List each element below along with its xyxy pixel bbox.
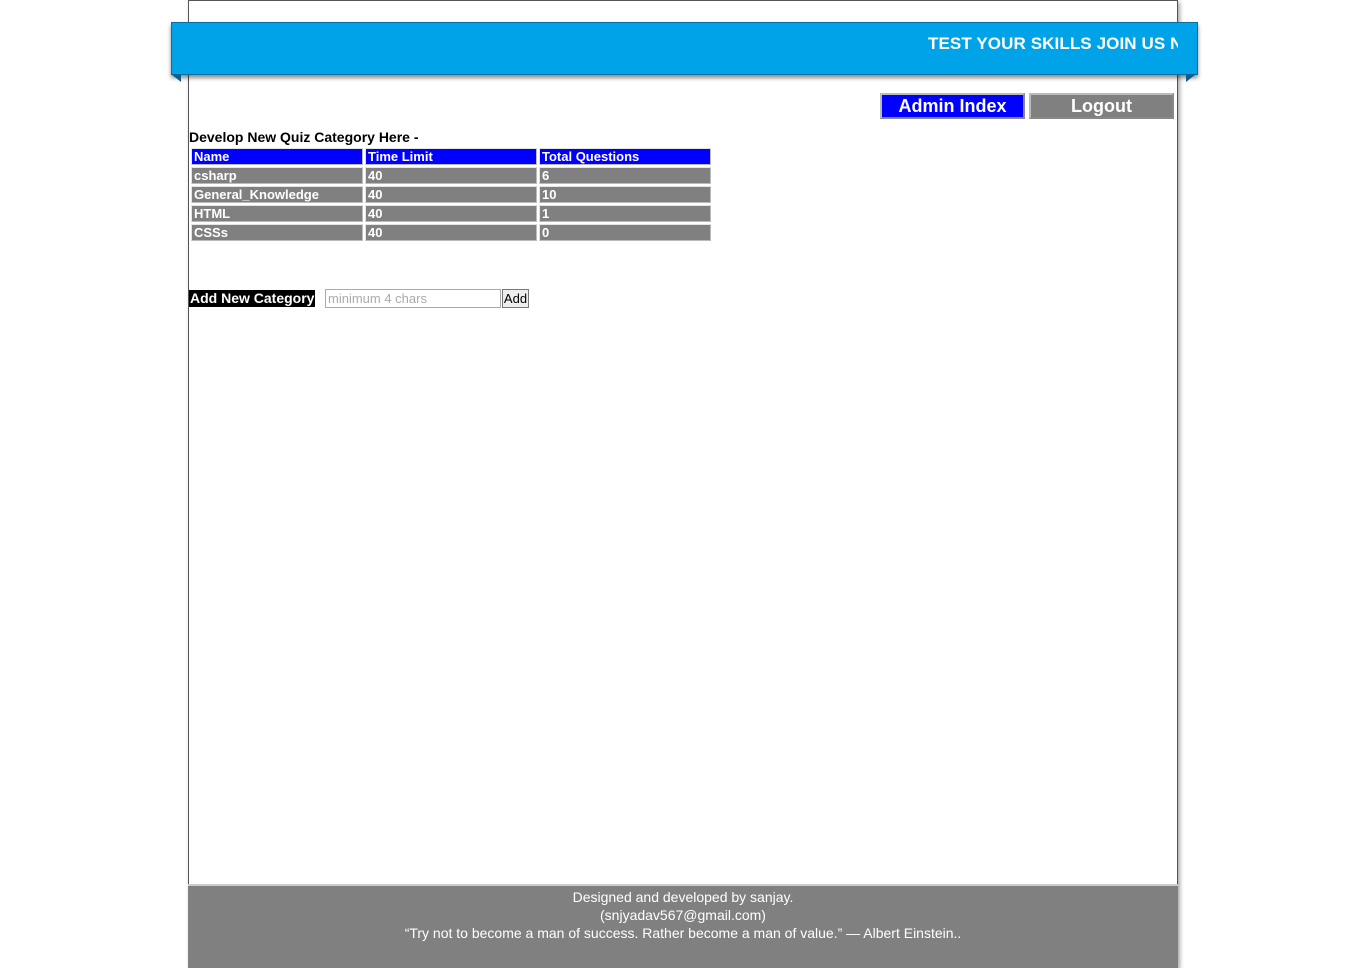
top-strip — [189, 1, 1177, 23]
table-header-row: Name Time Limit Total Questions — [191, 148, 711, 165]
footer: Designed and developed by sanjay. (snjya… — [188, 884, 1178, 968]
ribbon-fold-right — [1186, 74, 1196, 82]
table-row: HTML 40 1 — [191, 205, 711, 222]
column-header-time-limit: Time Limit — [365, 148, 537, 165]
footer-credit: Designed and developed by sanjay. — [572, 889, 794, 905]
footer-email: (snjyadav567@gmail.com) — [600, 907, 766, 923]
cell-total-questions: 0 — [539, 224, 711, 241]
cell-name: HTML — [191, 205, 363, 222]
add-category-label: Add New Category — [189, 290, 316, 307]
marquee-text: TEST YOUR SKILLS JOIN US NOW — [928, 34, 1178, 53]
category-name-input[interactable] — [325, 289, 501, 308]
cell-name: csharp — [191, 167, 363, 184]
section-title: Develop New Quiz Category Here - — [189, 129, 419, 145]
column-header-name: Name — [191, 148, 363, 165]
cell-time-limit: 40 — [365, 186, 537, 203]
cell-total-questions: 10 — [539, 186, 711, 203]
table-row: General_Knowledge 40 10 — [191, 186, 711, 203]
categories-table: Name Time Limit Total Questions csharp 4… — [189, 146, 713, 243]
cell-total-questions: 1 — [539, 205, 711, 222]
cell-name: General_Knowledge — [191, 186, 363, 203]
marquee: TEST YOUR SKILLS JOIN US NOW — [190, 23, 1178, 74]
admin-index-button[interactable]: Admin Index — [880, 93, 1025, 119]
table-row: CSSs 40 0 — [191, 224, 711, 241]
cell-total-questions: 6 — [539, 167, 711, 184]
add-category-button[interactable]: Add — [502, 289, 529, 308]
logout-button[interactable]: Logout — [1029, 93, 1174, 119]
cell-name: CSSs — [191, 224, 363, 241]
ribbon-fold-left — [171, 74, 181, 82]
header-ribbon: TEST YOUR SKILLS JOIN US NOW — [171, 22, 1198, 75]
footer-quote: “Try not to become a man of success. Rat… — [404, 925, 962, 941]
cell-time-limit: 40 — [365, 167, 537, 184]
cell-time-limit: 40 — [365, 205, 537, 222]
table-row: csharp 40 6 — [191, 167, 711, 184]
cell-time-limit: 40 — [365, 224, 537, 241]
column-header-total-questions: Total Questions — [539, 148, 711, 165]
